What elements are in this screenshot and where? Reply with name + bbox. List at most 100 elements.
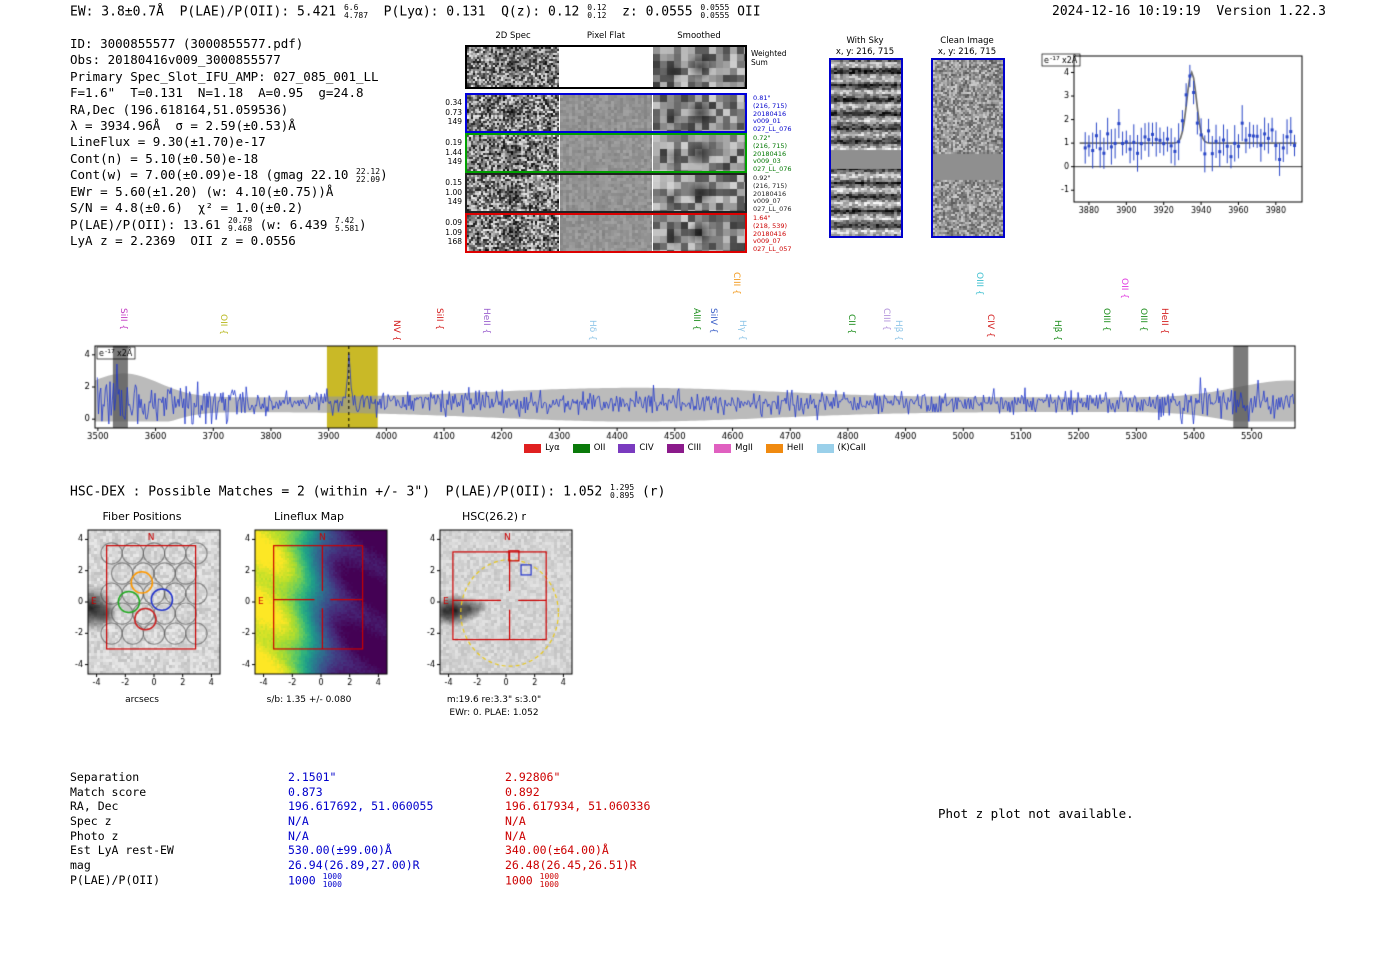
text-segment: z: 0.0555 (606, 4, 701, 20)
info-line: F=1.6" T=0.131 N=1.18 A=0.95 g=24.8 (70, 85, 388, 101)
lineflux-caption: s/b: 1.35 +/- 0.080 (266, 695, 352, 705)
text-segment: LyA z = 2.2369 OII z = 0.0556 (70, 233, 296, 249)
text-segment: 1000 (288, 873, 323, 888)
timestamp: 2024-12-16 10:19:19 Version 1.22.3 (1052, 4, 1326, 19)
info-line: Primary Spec_Slot_IFU_AMP: 027_085_001_L… (70, 69, 388, 85)
lineflux-map-plot (225, 526, 393, 694)
spectral-line-label: OII { (1118, 278, 1129, 299)
match-table-label: Est LyA rest-EW (70, 843, 174, 858)
text-segment: 340.00(±64.00)Å (505, 843, 609, 858)
spec2d-2dspec-image (467, 175, 559, 211)
spectral-line-label: HeII { (1159, 308, 1170, 335)
match-candidate1-value: 530.00(±99.00)Å (288, 843, 392, 857)
spec2d-smoothed-image (653, 47, 745, 87)
hsc-plot (410, 526, 578, 694)
info-line: RA,Dec (196.618164,51.059536) (70, 102, 388, 118)
detection-info: ID: 3000855577 (3000855577.pdf) Obs: 2018… (70, 36, 388, 250)
spectral-line-label: SiII { (117, 308, 128, 331)
spectral-line-label: CIII { (880, 308, 891, 332)
spectral-line-label: Hβ { (892, 319, 903, 341)
stacked-fraction: 6.6 4.787 (343, 3, 369, 21)
text-segment: P(Lyα): 0.131 Q(z): 0.12 (368, 4, 588, 20)
hscdex-line: HSC-DEX : Possible Matches = 2 (within +… (70, 483, 666, 501)
spec2d-pixelflat-image (560, 47, 652, 87)
text-segment: Primary Spec_Slot_IFU_AMP: 027_085_001_L… (70, 68, 379, 84)
with-sky-image (829, 58, 903, 238)
text-segment: 530.00(±99.00)Å (288, 843, 392, 858)
spec2d-pixelflat-image (560, 135, 652, 171)
spectral-line-label: OII { (217, 314, 228, 335)
legend-swatch (816, 443, 834, 453)
spec2d-smoothed-image (653, 95, 745, 131)
legend-label: CIII (687, 443, 702, 453)
hsc-caption-2: EWr: 0. PLAE: 1.052 (449, 708, 539, 718)
spec2d-2dspec-image (467, 135, 559, 171)
spec2d-row (465, 93, 747, 133)
spec2d-smoothed-image (653, 175, 745, 211)
spec2d-2dspec-image (467, 95, 559, 131)
info-line: EWr = 5.60(±1.20) (w: 4.10(±0.75))Å (70, 184, 388, 200)
spec2d-header-2dspec: 2D Spec (495, 31, 531, 41)
summary-line: EW: 3.8±0.7Å P(LAE)/P(OII): 5.421 6.6 4.7… (70, 3, 761, 21)
match-candidate1-value: 0.873 (288, 785, 323, 799)
fullspec-plot (65, 340, 1310, 452)
stacked-fraction: 20.79 9.468 (228, 216, 253, 234)
weighted-sum-label: Weighted Sum (751, 49, 787, 67)
legend-item: CIII (666, 443, 702, 453)
spec2d-row-weights: 0.09 1.09 168 (445, 218, 462, 247)
info-line: Obs: 20180416v009_3000855577 (70, 52, 388, 68)
stacked-fraction: 0.0555 0.0555 (700, 3, 730, 21)
clean-image-title: Clean Image (940, 36, 994, 46)
fiber-positions-plot (58, 526, 226, 694)
match-candidate1-value: N/A (288, 814, 309, 828)
text-segment: HSC-DEX : Possible Matches = 2 (within +… (70, 484, 611, 500)
spectral-line-label: SiII { (433, 308, 444, 331)
match-table-label: Separation (70, 770, 140, 784)
text-segment: Obs: 20180416v009_3000855577 (70, 52, 281, 68)
match-candidate2-value: 26.48(26.45,26.51)R (505, 858, 637, 872)
legend-swatch (618, 443, 636, 453)
spec2d-row-annotation: 1.64" (218, 539) 20180416 v009_07 027_LL_057 (753, 214, 792, 254)
spec2d-row (465, 173, 747, 213)
text-segment: RA,Dec (196.618164,51.059536) (70, 101, 289, 117)
fiber-positions-xlabel: arcsecs (125, 695, 159, 705)
match-candidate1-value: 1000 1000 1000 (288, 872, 342, 889)
spectral-line-label: CII { (846, 314, 857, 335)
match-candidate2-value: 1000 1000 1000 (505, 872, 559, 889)
text-segment: 0.873 (288, 784, 323, 799)
spectral-line-label: AlII { (690, 308, 701, 331)
legend-item: MgII (714, 443, 753, 453)
spectral-line-label: HeII { (481, 308, 492, 335)
legend-label: HeII (786, 443, 804, 453)
legend-swatch (765, 443, 783, 453)
text-segment: S/N = 4.8(±0.6) χ² = 1.0(±0.2) (70, 200, 304, 216)
match-table-label: mag (70, 858, 91, 873)
legend-item: OII (572, 443, 605, 453)
stacked-fraction: 7.42 5.581 (334, 216, 360, 234)
spec2d-header-pixelflat: Pixel Flat (586, 31, 626, 41)
match-candidate2-value: 196.617934, 51.060336 (505, 799, 650, 813)
spec2d-pixelflat-image (560, 175, 652, 211)
spectral-line-label: OIII { (1101, 308, 1112, 333)
spectral-line-label: Hγ { (736, 319, 747, 341)
info-line: λ = 3934.96Å σ = 2.59(±0.53)Å (70, 118, 388, 134)
spec2d-row (465, 45, 747, 89)
text-segment: P(LAE)/P(OII): 13.61 (70, 216, 229, 232)
elixer-report-page: EW: 3.8±0.7Å P(LAE)/P(OII): 5.421 6.6 4.7… (0, 0, 1400, 953)
match-table-label: Spec z (70, 814, 112, 829)
match-candidate2-value: N/A (505, 829, 526, 843)
lineflux-map-title: Lineflux Map (273, 510, 345, 523)
legend-swatch (714, 443, 732, 453)
match-table-label: Photo z (70, 828, 119, 843)
info-line: LyA z = 2.2369 OII z = 0.0556 (70, 233, 388, 249)
spec2d-row (465, 213, 747, 253)
text-segment: 1000 (505, 873, 540, 888)
text-segment: F=1.6" T=0.131 N=1.18 A=0.95 g=24.8 (70, 85, 364, 101)
text-segment: Cont(w) = 7.00(±0.09)e-18 (gmag 22.10 (70, 167, 356, 183)
spectral-line-label: OIII { (974, 272, 985, 297)
text-segment: (r) (634, 484, 666, 500)
stacked-fraction: 1.295 0.895 (610, 483, 635, 501)
text-segment: EWr = 5.60(±1.20) (w: 4.10(±0.75))Å (70, 183, 334, 199)
info-line: ID: 3000855577 (3000855577.pdf) (70, 36, 388, 52)
text-segment: OII (729, 4, 761, 20)
